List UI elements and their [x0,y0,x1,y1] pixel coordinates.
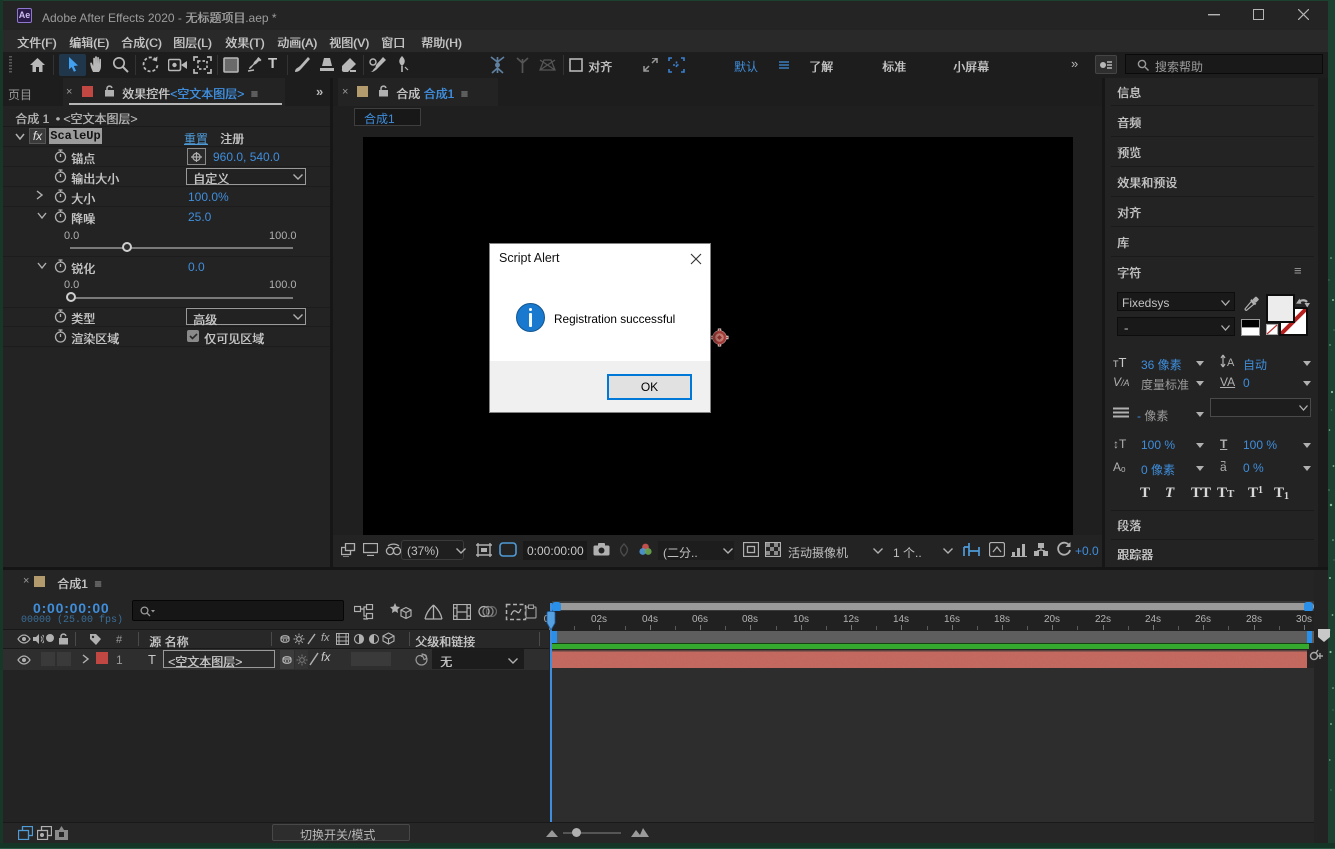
svg-text:A: A [1227,357,1235,369]
